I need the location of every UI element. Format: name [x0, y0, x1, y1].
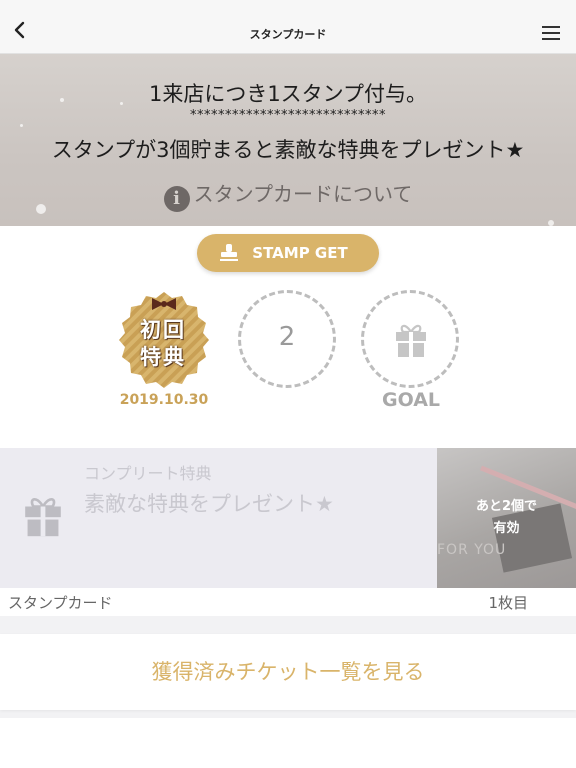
- remaining-stamps-notice: あと2個で 有効: [437, 496, 576, 540]
- gift-icon: [25, 498, 61, 537]
- stamp-slot-2: 2: [238, 290, 338, 390]
- card-count: 1枚目: [488, 594, 528, 612]
- complete-reward-label: コンプリート特典: [84, 464, 212, 483]
- stamp-date: 2019.10.30: [119, 392, 209, 408]
- view-tickets-button[interactable]: 獲得済みチケット一覧を見る: [0, 634, 576, 710]
- badge-line-1: 初回: [140, 317, 186, 342]
- reward-image: FOR YOU あと2個で 有効: [437, 448, 576, 588]
- info-icon: i: [163, 186, 190, 212]
- card-footer: スタンプカード 1枚目: [0, 588, 576, 616]
- stamp-get-button[interactable]: STAMP GET: [197, 234, 379, 272]
- bottom-spacer: [0, 718, 576, 768]
- stamp-get-label: STAMP GET: [252, 244, 348, 262]
- stamp-slot-1: 初回 特典: [114, 290, 214, 390]
- badge-text: 初回 特典: [130, 316, 196, 370]
- stamp-card-banner: 1来店につき1スタンプ付与。 *************************…: [0, 54, 576, 226]
- about-stamp-card-link[interactable]: i スタンプカードについて: [0, 178, 576, 212]
- gift-icon: [396, 324, 426, 357]
- stamp-number: 2: [278, 322, 296, 352]
- hamburger-menu-icon[interactable]: [542, 26, 560, 40]
- remaining-line-2: 有効: [493, 521, 520, 536]
- remaining-line-1: あと2個で: [475, 499, 538, 514]
- card-name: スタンプカード: [8, 594, 113, 612]
- complete-reward-title: 素敵な特典をプレゼント★: [84, 492, 334, 516]
- stamp-icon: [220, 244, 238, 261]
- complete-reward-row[interactable]: コンプリート特典 素敵な特典をプレゼント★ FOR YOU あと2個で 有効: [0, 448, 576, 588]
- image-text: FOR YOU: [437, 542, 507, 558]
- navigation-bar: スタンプカード: [0, 0, 576, 54]
- badge-line-2: 特典: [140, 344, 186, 369]
- stamp-slot-goal: [361, 290, 461, 390]
- about-stamp-card-label: スタンプカードについて: [193, 182, 413, 206]
- banner-separator: ****************************: [190, 108, 386, 123]
- banner-text-rule: 1来店につき1スタンプ付与。: [148, 82, 428, 106]
- goal-label: GOAL: [381, 389, 441, 411]
- stamp-area: STAMP GET 初回 特典 2019.10.30 2 GOAL: [0, 226, 576, 448]
- banner-text-reward: スタンプが3個貯まると素敵な特典をプレゼント★: [51, 138, 525, 162]
- page-title: スタンプカード: [249, 28, 327, 41]
